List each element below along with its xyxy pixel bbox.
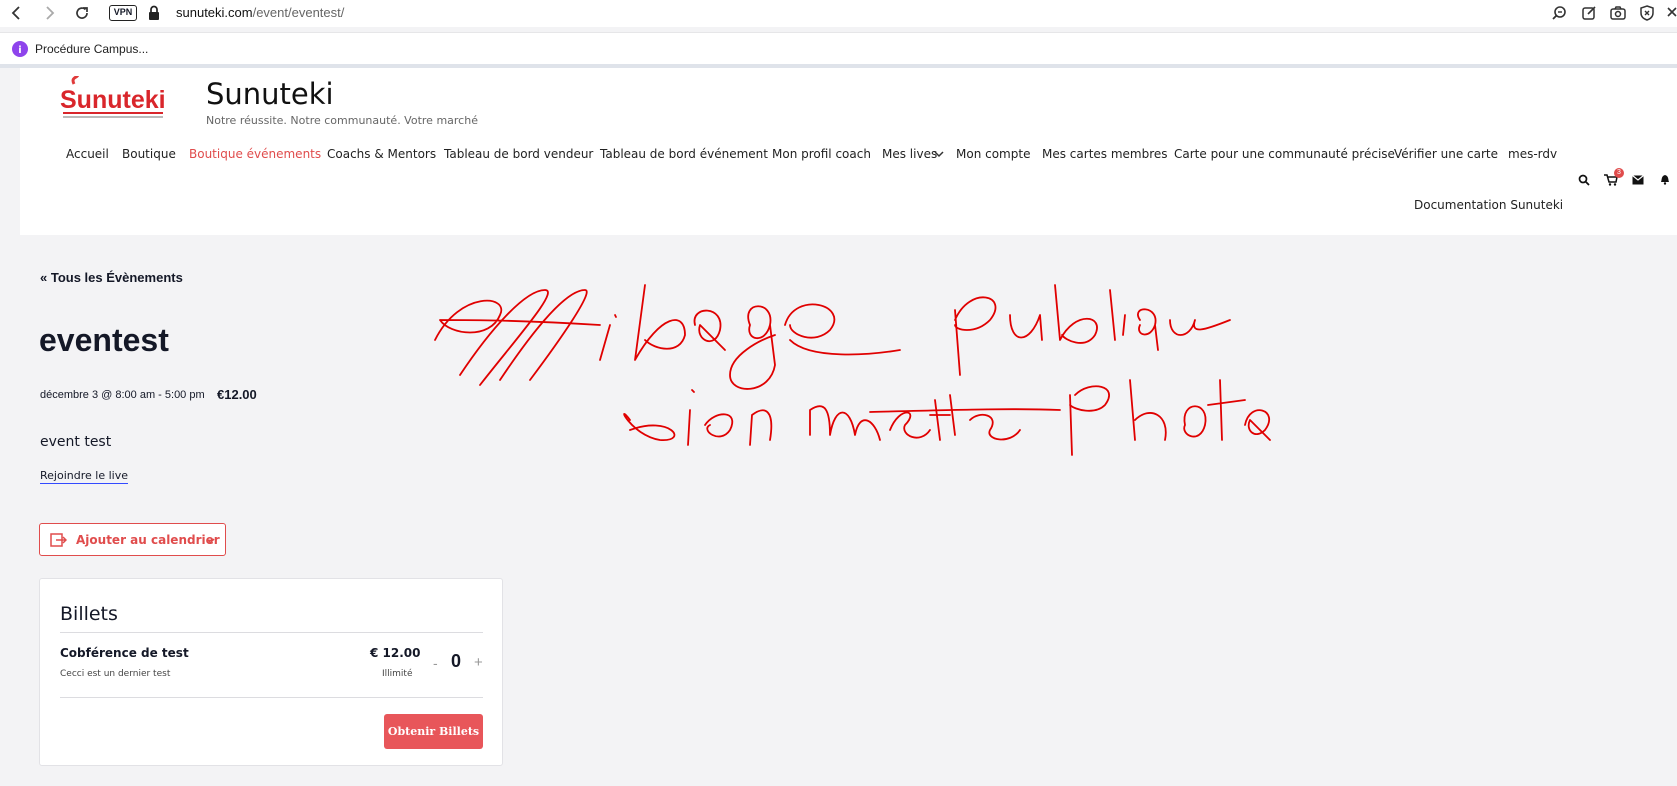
add-to-calendar-button[interactable]: Ajouter au calendrier: [39, 523, 226, 556]
quantity-increase-button[interactable]: +: [474, 654, 483, 671]
svg-text:i: i: [18, 45, 21, 56]
event-description: event test: [40, 434, 112, 450]
nav-mes-lives[interactable]: Mes lives: [882, 147, 937, 161]
site-logo[interactable]: Sunuteki: [60, 76, 170, 120]
url-domain: sunuteki.com: [176, 5, 253, 20]
nav-mes-rdv[interactable]: mes-rdv: [1508, 147, 1557, 161]
quantity-decrease-button[interactable]: -: [433, 655, 438, 671]
nav-profil-coach[interactable]: Mon profil coach: [772, 147, 871, 161]
handwritten-annotation: [434, 284, 1271, 456]
add-to-calendar-label: Ajouter au calendrier: [76, 533, 220, 547]
tickets-box: Billets Cobférence de test Cecci est un …: [39, 578, 503, 766]
close-sidebar-icon[interactable]: [1664, 4, 1677, 22]
bell-icon[interactable]: [1659, 173, 1671, 185]
vpn-badge[interactable]: VPN: [109, 5, 137, 21]
ticket-price: € 12.00: [370, 646, 421, 660]
back-to-events-link[interactable]: « Tous les Évènements: [40, 270, 183, 285]
lock-icon[interactable]: [145, 4, 163, 22]
nav-tableau-evenement[interactable]: Tableau de bord événement: [600, 147, 768, 161]
event-date: décembre 3 @ 8:00 am - 5:00 pm: [40, 389, 205, 401]
nav-coachs-mentors[interactable]: Coachs & Mentors: [327, 147, 436, 161]
bookmark-icon[interactable]: i: [12, 41, 28, 57]
cart-count-badge: 3: [1614, 168, 1624, 178]
nav-boutique[interactable]: Boutique: [122, 147, 176, 161]
forward-icon[interactable]: [40, 4, 58, 22]
nav-verifier-carte[interactable]: Vérifier une carte: [1394, 147, 1498, 161]
address-bar[interactable]: sunuteki.com/event/eventest/: [176, 5, 344, 20]
camera-icon[interactable]: [1609, 4, 1627, 22]
mail-icon[interactable]: [1632, 175, 1644, 185]
get-tickets-button[interactable]: Obtenir Billets: [384, 714, 483, 749]
search-icon[interactable]: [1578, 174, 1590, 186]
ticket-availability: Illimité: [382, 669, 413, 679]
tickets-heading: Billets: [60, 603, 118, 625]
ticket-description: Cecci est un dernier test: [60, 669, 171, 679]
ticket-name: Cobférence de test: [60, 646, 189, 660]
back-icon[interactable]: [8, 4, 26, 22]
nav-accueil[interactable]: Accueil: [66, 147, 109, 161]
search-page-icon[interactable]: [1550, 4, 1568, 22]
bookmarks-bar: i Procédure Campus...: [0, 32, 1677, 64]
nav-documentation[interactable]: Documentation Sunuteki: [1414, 198, 1563, 212]
event-price: €12.00: [217, 387, 257, 402]
calendar-export-icon: [50, 533, 67, 547]
nav-boutique-evenements[interactable]: Boutique événements: [189, 147, 321, 161]
site-tagline: Notre réussite. Notre communauté. Votre …: [206, 114, 478, 127]
bookmark-link[interactable]: Procédure Campus...: [35, 42, 148, 56]
reload-icon[interactable]: [73, 4, 91, 22]
chevron-down-icon: [206, 537, 215, 545]
join-live-link[interactable]: Rejoindre le live: [40, 469, 128, 484]
edit-icon[interactable]: [1580, 4, 1598, 22]
shield-close-icon[interactable]: [1638, 4, 1656, 22]
url-path: /event/eventest/: [252, 5, 345, 20]
quantity-input[interactable]: 0: [451, 651, 461, 672]
nav-cartes-membres[interactable]: Mes cartes membres: [1042, 147, 1168, 161]
nav-carte-communaute[interactable]: Carte pour une communauté précise: [1174, 147, 1395, 161]
divider: [60, 632, 483, 633]
nav-tableau-vendeur[interactable]: Tableau de bord vendeur: [444, 147, 593, 161]
divider: [60, 697, 483, 698]
nav-mon-compte[interactable]: Mon compte: [956, 147, 1030, 161]
chevron-down-icon[interactable]: [934, 149, 944, 159]
browser-toolbar: VPN sunuteki.com/event/eventest/: [0, 0, 1677, 27]
svg-text:Sunuteki: Sunuteki: [60, 86, 166, 114]
site-title[interactable]: Sunuteki: [206, 77, 334, 111]
site-header: Sunuteki Sunuteki Notre réussite. Notre …: [20, 68, 1677, 235]
event-title: eventest: [39, 322, 169, 358]
